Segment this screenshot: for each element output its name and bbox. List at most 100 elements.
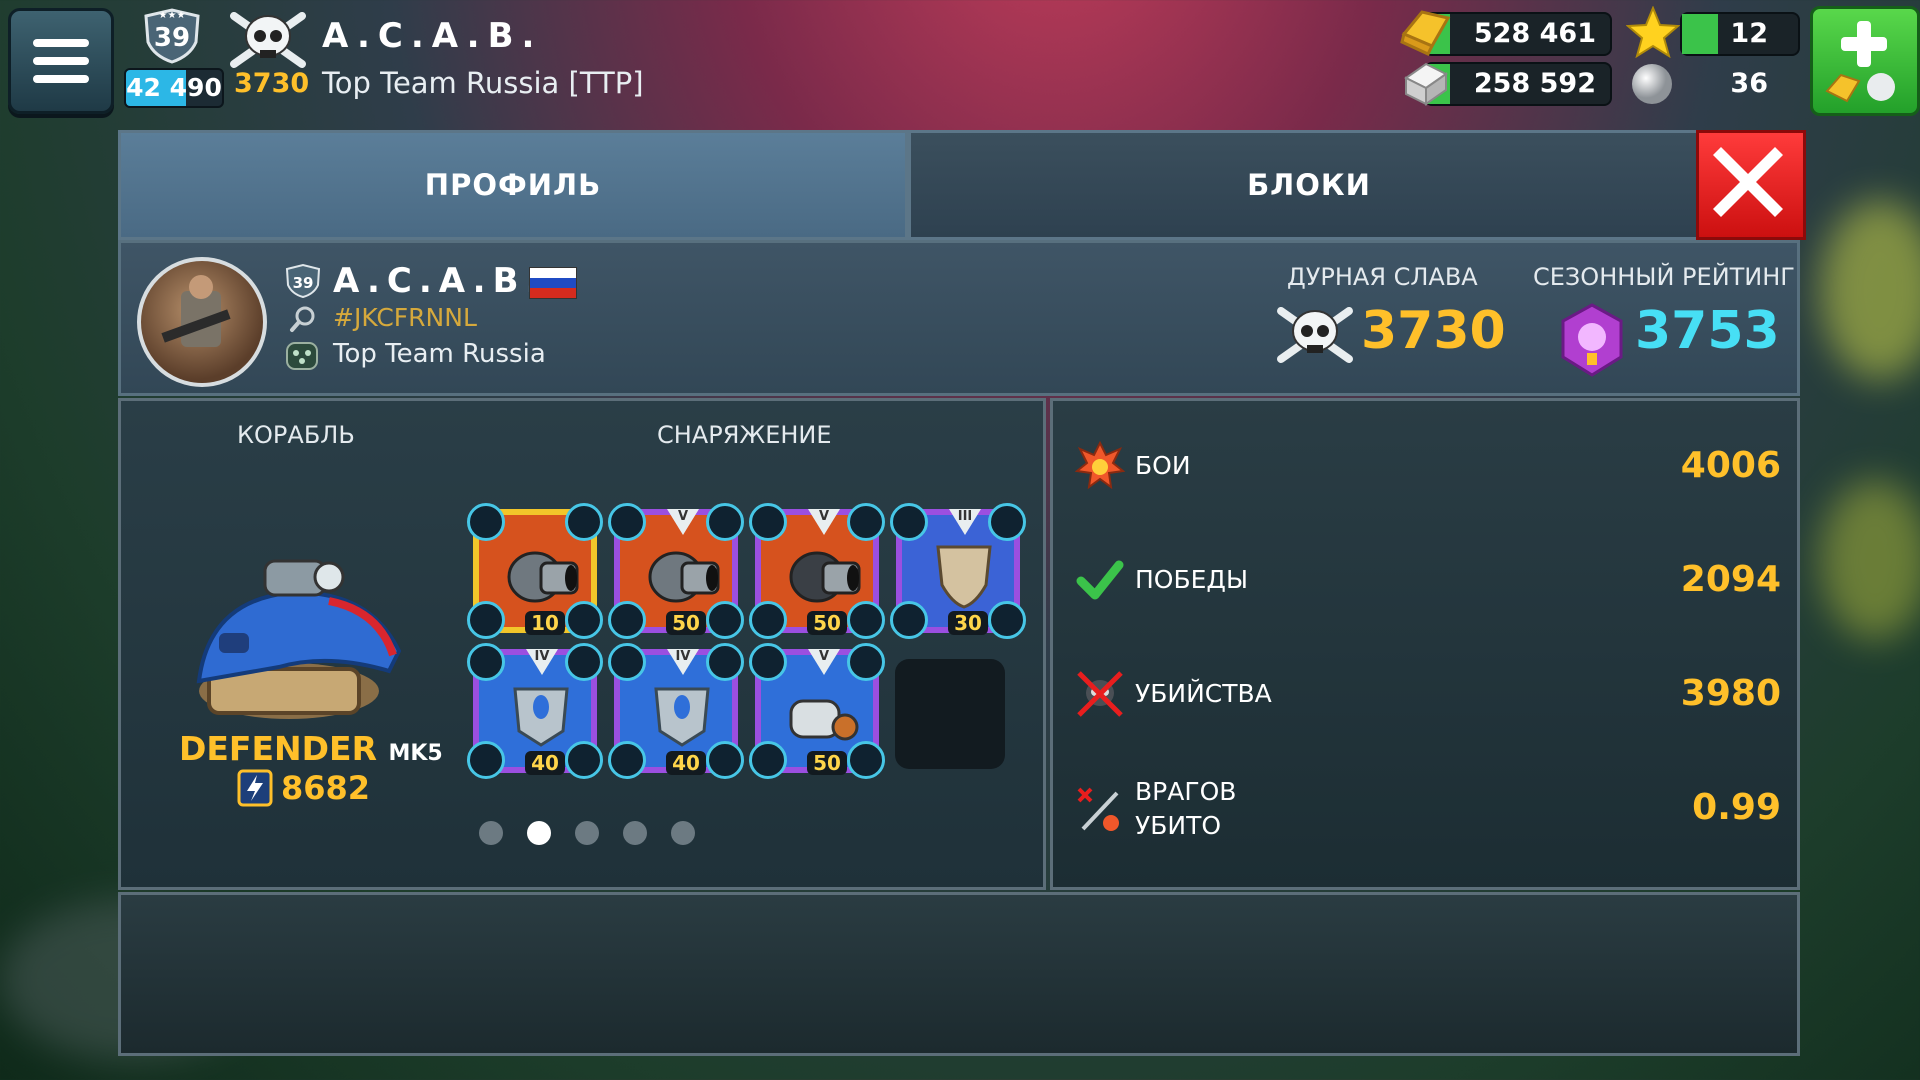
checkmark-icon <box>1076 560 1124 600</box>
stat-kd-ratio: ВРАГОВ УБИТО 0.99 <box>1053 761 1797 861</box>
loadout-panel: КОРАБЛЬ СНАРЯЖЕНИЕ DEFENDER MK5 8682 10 V… <box>118 398 1046 890</box>
gold-and-pearl-icon <box>1825 73 1895 103</box>
hamburger-icon-line <box>33 57 89 65</box>
tab-blocks[interactable]: БЛОКИ <box>908 130 1710 240</box>
page-dot[interactable] <box>671 821 695 845</box>
gear-socket <box>467 643 505 681</box>
gear-socket <box>565 503 603 541</box>
gear-tier-badge: V <box>667 509 699 535</box>
gear-card[interactable]: IV 40 <box>608 643 744 779</box>
gear-label: СНАРЯЖЕНИЕ <box>657 421 832 449</box>
gear-card[interactable]: V 50 <box>749 503 885 639</box>
stat-kills: УБИЙСТВА 3980 <box>1053 647 1797 747</box>
tab-profile[interactable]: ПРОФИЛЬ <box>118 130 908 240</box>
page-dot[interactable] <box>575 821 599 845</box>
gear-level: 40 <box>525 751 565 775</box>
profile-panel: ПРОФИЛЬ БЛОКИ 39 A.C.A.B. #JKCFRNNL Top … <box>118 130 1806 1056</box>
gear-socket <box>565 643 603 681</box>
cannon-icon <box>507 551 579 603</box>
plus-icon <box>1841 21 1887 67</box>
season-rating-value: 3753 <box>1635 301 1780 361</box>
page-dot[interactable] <box>623 821 647 845</box>
gear-socket <box>706 503 744 541</box>
notoriety-label: ДУРНАЯ СЛАВА <box>1287 263 1478 291</box>
cannon-icon <box>789 551 861 603</box>
player-tag[interactable]: #JKCFRNNL <box>333 303 477 332</box>
gear-socket <box>706 643 744 681</box>
gear-socket <box>565 601 603 639</box>
rating-gem-icon <box>1561 303 1623 377</box>
ship-image[interactable] <box>179 541 409 731</box>
power-icon <box>237 769 273 807</box>
buy-resources-button[interactable] <box>1810 6 1920 116</box>
avatar[interactable] <box>137 257 267 387</box>
svg-text:★★★: ★★★ <box>159 10 186 21</box>
skull-crossbones-icon <box>230 12 306 68</box>
shield-icon <box>936 545 992 609</box>
notoriety-value: 3730 <box>1361 301 1506 361</box>
stat-wins: ПОБЕДЫ 2094 <box>1053 533 1797 633</box>
page-dot[interactable] <box>479 821 503 845</box>
gear-level: 30 <box>948 611 988 635</box>
gear-level: 10 <box>525 611 565 635</box>
gear-socket <box>988 601 1026 639</box>
stat-battles-value: 4006 <box>1680 445 1781 486</box>
gear-card[interactable]: 10 <box>467 503 603 639</box>
gear-level: 50 <box>666 611 706 635</box>
xp-value: 42 490 <box>126 73 222 102</box>
gear-card[interactable]: III 30 <box>890 503 1026 639</box>
background-decoration <box>1820 480 1920 640</box>
ship-power-value: 8682 <box>281 769 371 807</box>
clan-name[interactable]: Top Team Russia <box>333 339 546 369</box>
stat-battles-label: БОИ <box>1135 451 1191 480</box>
gear-socket <box>749 601 787 639</box>
stat-kd-label-line1: ВРАГОВ <box>1135 777 1237 806</box>
notoriety-top: 3730 <box>234 68 310 99</box>
clan-name-top: Top Team Russia [TTP] <box>322 66 644 100</box>
gear-card[interactable]: V 50 <box>608 503 744 639</box>
avatar-image <box>161 275 231 347</box>
cube-icon <box>1404 62 1448 106</box>
ship-name: DEFENDER MK5 <box>179 729 443 768</box>
gear-socket <box>565 741 603 779</box>
russia-flag-icon <box>529 267 577 299</box>
gear-socket <box>847 503 885 541</box>
stars-value: 12 <box>1730 18 1768 49</box>
gear-level: 50 <box>807 751 847 775</box>
cannon-icon <box>648 551 720 603</box>
xp-bar: 42 490 <box>124 68 224 108</box>
star-icon <box>1626 6 1680 58</box>
magnifier-icon <box>290 306 315 332</box>
pearls-counter: 36 <box>1680 62 1800 106</box>
close-icon <box>1713 147 1783 217</box>
ratio-icon <box>1077 787 1119 831</box>
empty-gear-slot[interactable] <box>895 659 1005 769</box>
pearls-value: 36 <box>1730 68 1768 99</box>
gear-socket <box>890 503 928 541</box>
crossed-skull-icon <box>1077 671 1123 717</box>
stat-wins-label: ПОБЕДЫ <box>1135 565 1249 594</box>
player-name-top: A.C.A.B. <box>322 16 543 56</box>
gear-tier-badge: V <box>808 509 840 535</box>
gear-card[interactable]: IV 40 <box>467 643 603 779</box>
stars-counter: 12 <box>1680 12 1800 56</box>
menu-button[interactable] <box>8 8 114 114</box>
cubes-counter: 258 592 <box>1424 62 1612 106</box>
gear-socket <box>608 741 646 779</box>
page-dot[interactable] <box>527 821 551 845</box>
pearl-icon <box>1632 64 1672 104</box>
gear-socket <box>847 741 885 779</box>
gear-tier-badge: IV <box>526 649 558 675</box>
rank-shield-small-icon: 39 <box>285 263 321 299</box>
close-button[interactable] <box>1696 130 1806 240</box>
stat-kd-value: 0.99 <box>1692 787 1781 828</box>
gear-socket <box>467 503 505 541</box>
stat-kd-label-line2: УБИТО <box>1135 811 1222 840</box>
gear-socket <box>890 601 928 639</box>
bottom-area <box>118 892 1800 1056</box>
gear-card[interactable]: V 50 <box>749 643 885 779</box>
gear-socket <box>467 741 505 779</box>
gold-bars-icon <box>1400 10 1451 56</box>
armor-plate-icon <box>513 687 569 747</box>
gear-socket <box>749 643 787 681</box>
